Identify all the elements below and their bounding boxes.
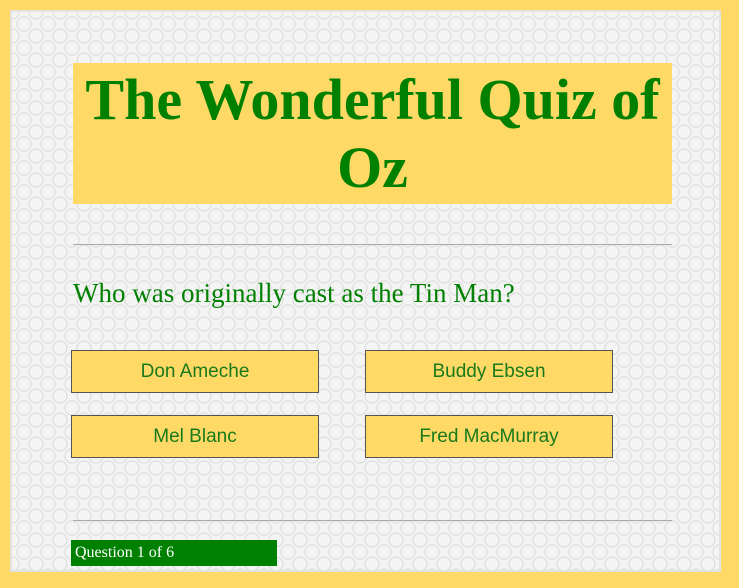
answer-button-3[interactable]: Mel Blanc — [71, 415, 319, 458]
answer-button-1[interactable]: Don Ameche — [71, 350, 319, 393]
answer-button-4[interactable]: Fred MacMurray — [365, 415, 613, 458]
quiz-container: The Wonderful Quiz of Oz Who was origina… — [10, 10, 721, 572]
top-divider — [73, 244, 672, 245]
title-banner: The Wonderful Quiz of Oz — [73, 63, 672, 204]
progress-indicator: Question 1 of 6 — [71, 540, 277, 566]
answer-button-2[interactable]: Buddy Ebsen — [365, 350, 613, 393]
question-text: Who was originally cast as the Tin Man? — [73, 278, 515, 308]
bottom-divider — [73, 520, 672, 521]
quiz-title: The Wonderful Quiz of Oz — [85, 66, 660, 200]
